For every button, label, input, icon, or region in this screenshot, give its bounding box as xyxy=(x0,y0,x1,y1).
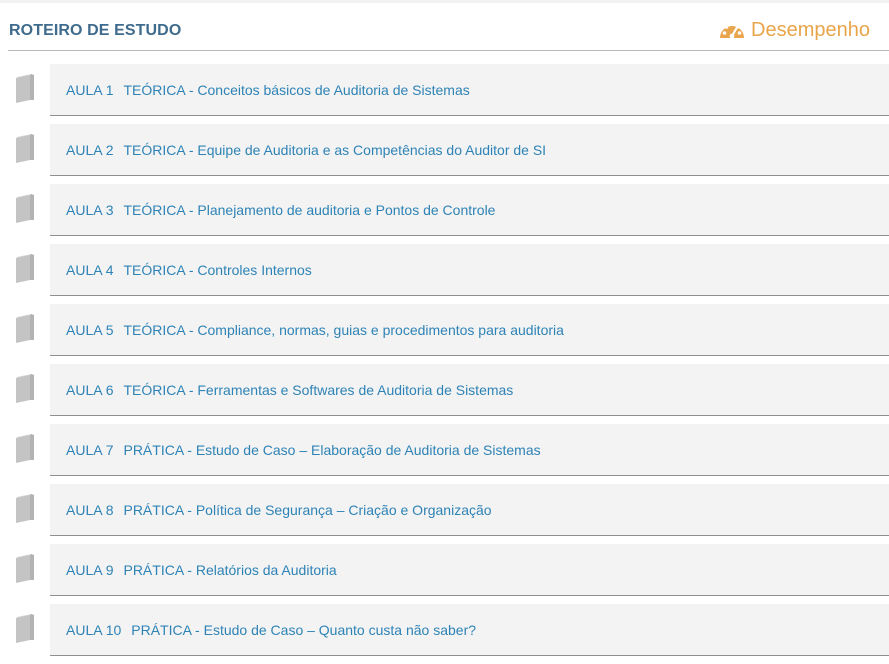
lesson-row-4[interactable]: AULA 4 TEÓRICA - Controles Internos xyxy=(50,244,889,296)
lesson-number: AULA 3 xyxy=(66,201,114,218)
lesson-item: AULA 10 PRÁTICA - Estudo de Caso – Quant… xyxy=(0,604,889,664)
performance-link[interactable]: Desempenho xyxy=(718,18,870,42)
lesson-number: AULA 10 xyxy=(66,621,122,638)
page-title: ROTEIRO DE ESTUDO xyxy=(9,22,182,39)
lesson-item: AULA 4 TEÓRICA - Controles Internos xyxy=(0,244,889,304)
lesson-title: PRÁTICA - Relatórios da Auditoria xyxy=(123,561,337,578)
lesson-number: AULA 9 xyxy=(66,561,114,578)
lesson-item: AULA 6 TEÓRICA - Ferramentas e Softwares… xyxy=(0,364,889,424)
book-icon xyxy=(16,614,34,643)
lesson-item: AULA 3 TEÓRICA - Planejamento de auditor… xyxy=(0,184,889,244)
lesson-item: AULA 9 PRÁTICA - Relatórios da Auditoria xyxy=(0,544,889,604)
lesson-number: AULA 1 xyxy=(66,81,114,98)
lesson-title: TEÓRICA - Planejamento de auditoria e Po… xyxy=(123,201,496,218)
lesson-number: AULA 7 xyxy=(66,441,114,458)
lesson-number: AULA 2 xyxy=(66,141,114,158)
lesson-item: AULA 2 TEÓRICA - Equipe de Auditoria e a… xyxy=(0,124,889,184)
lesson-row-1[interactable]: AULA 1 TEÓRICA - Conceitos básicos de Au… xyxy=(50,64,889,116)
lesson-item: AULA 7 PRÁTICA - Estudo de Caso – Elabor… xyxy=(0,424,889,484)
lesson-row-3[interactable]: AULA 3 TEÓRICA - Planejamento de auditor… xyxy=(50,184,889,236)
lesson-item: AULA 8 PRÁTICA - Política de Segurança –… xyxy=(0,484,889,544)
lesson-title: TEÓRICA - Compliance, normas, guias e pr… xyxy=(123,321,564,338)
lesson-title: PRÁTICA - Estudo de Caso – Quanto custa … xyxy=(131,621,477,638)
book-icon xyxy=(16,434,34,463)
book-icon xyxy=(16,74,34,103)
lesson-row-6[interactable]: AULA 6 TEÓRICA - Ferramentas e Softwares… xyxy=(50,364,889,416)
lesson-list: AULA 1 TEÓRICA - Conceitos básicos de Au… xyxy=(0,64,889,664)
lesson-row-10[interactable]: AULA 10 PRÁTICA - Estudo de Caso – Quant… xyxy=(50,604,889,656)
lesson-title: TEÓRICA - Conceitos básicos de Auditoria… xyxy=(123,81,470,98)
lesson-item: AULA 5 TEÓRICA - Compliance, normas, gui… xyxy=(0,304,889,364)
lesson-title: TEÓRICA - Controles Internos xyxy=(123,261,312,278)
book-icon xyxy=(16,494,34,523)
lesson-row-7[interactable]: AULA 7 PRÁTICA - Estudo de Caso – Elabor… xyxy=(50,424,889,476)
lesson-title: TEÓRICA - Ferramentas e Softwares de Aud… xyxy=(123,381,514,398)
book-icon xyxy=(16,314,34,343)
book-icon xyxy=(16,554,34,583)
lesson-number: AULA 6 xyxy=(66,381,114,398)
book-icon xyxy=(16,254,34,283)
lesson-number: AULA 4 xyxy=(66,261,114,278)
gauge-icon xyxy=(720,22,745,39)
lesson-number: AULA 8 xyxy=(66,501,114,518)
lesson-title: PRÁTICA - Estudo de Caso – Elaboração de… xyxy=(123,441,541,458)
lesson-row-8[interactable]: AULA 8 PRÁTICA - Política de Segurança –… xyxy=(50,484,889,536)
lesson-title: TEÓRICA - Equipe de Auditoria e as Compe… xyxy=(123,141,547,158)
book-icon xyxy=(16,194,34,223)
lesson-row-5[interactable]: AULA 5 TEÓRICA - Compliance, normas, gui… xyxy=(50,304,889,356)
lesson-row-2[interactable]: AULA 2 TEÓRICA - Equipe de Auditoria e a… xyxy=(50,124,889,176)
lesson-number: AULA 5 xyxy=(66,321,114,338)
book-icon xyxy=(16,374,34,403)
lesson-item: AULA 1 TEÓRICA - Conceitos básicos de Au… xyxy=(0,64,889,124)
page-header: ROTEIRO DE ESTUDO Desempenho xyxy=(8,3,889,51)
performance-label: Desempenho xyxy=(751,18,870,41)
lesson-row-9[interactable]: AULA 9 PRÁTICA - Relatórios da Auditoria xyxy=(50,544,889,596)
book-icon xyxy=(16,134,34,163)
lesson-title: PRÁTICA - Política de Segurança – Criaçã… xyxy=(123,501,492,518)
